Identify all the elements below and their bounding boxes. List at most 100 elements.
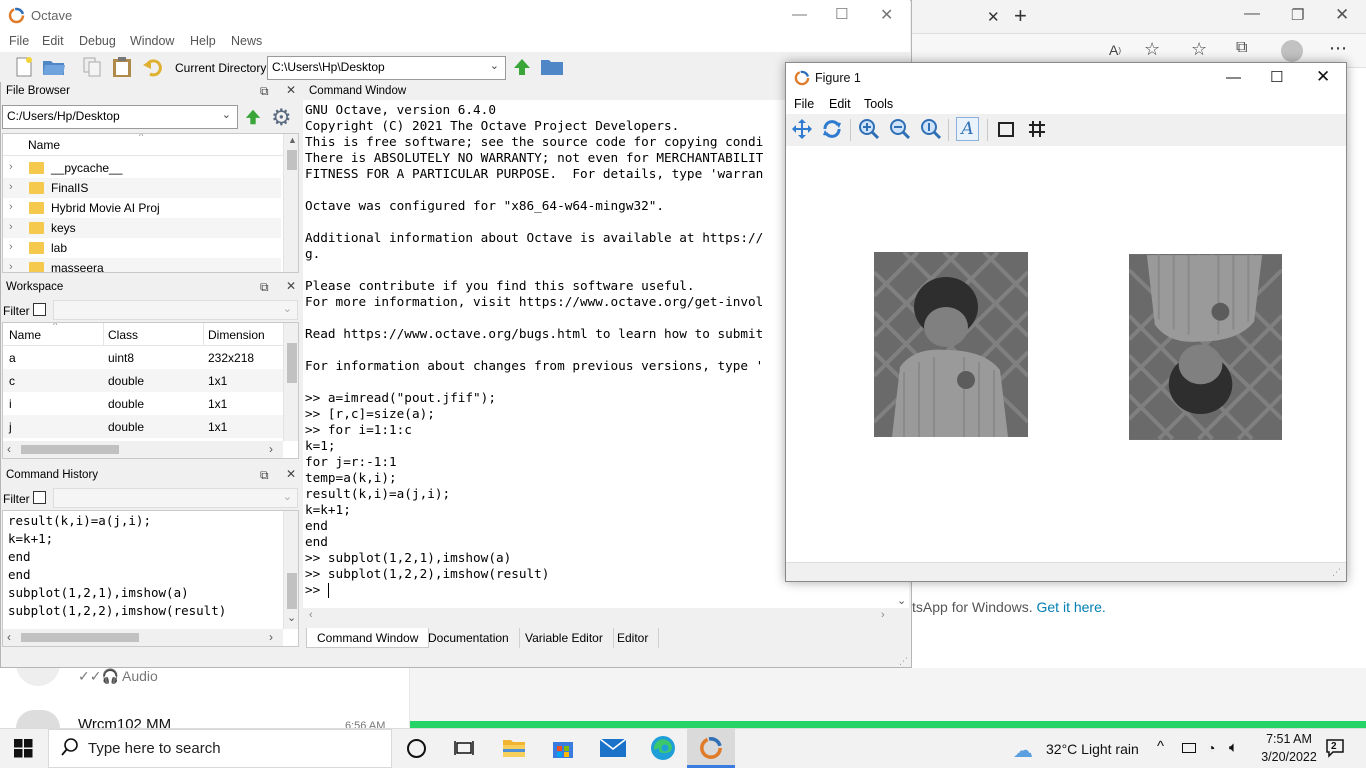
grid-icon[interactable]	[1028, 120, 1046, 138]
file-item[interactable]: › Hybrid Movie AI Proj	[3, 198, 281, 218]
file-item[interactable]: › keys	[3, 218, 281, 238]
browse-folder-icon[interactable]	[540, 55, 564, 79]
weather-cloud-icon[interactable]: ☁	[1013, 738, 1033, 763]
new-script-icon[interactable]	[12, 55, 36, 79]
undock-icon[interactable]: ⧉	[260, 468, 269, 483]
open-folder-icon[interactable]	[42, 55, 66, 79]
file-item[interactable]: › lab	[3, 238, 281, 258]
resize-grip-icon[interactable]: ⋰	[899, 656, 908, 667]
task-view-icon[interactable]	[454, 738, 474, 758]
scroll-thumb[interactable]	[287, 150, 297, 170]
copy-icon[interactable]	[80, 55, 104, 79]
close-icon[interactable]: ✕	[880, 5, 893, 25]
close-icon[interactable]: ✕	[286, 83, 296, 97]
menu-help[interactable]: Help	[190, 34, 216, 48]
chevron-up-icon[interactable]: ^	[1157, 738, 1164, 755]
up-directory-icon[interactable]	[510, 55, 534, 79]
menu-file[interactable]: File	[794, 97, 814, 111]
parent-directory-icon[interactable]	[244, 108, 262, 126]
zoom-in-icon[interactable]	[858, 118, 880, 140]
history-line[interactable]: subplot(1,2,2),imshow(result)	[8, 603, 226, 618]
scrollbar[interactable]	[283, 323, 298, 441]
scroll-right-icon[interactable]: ›	[269, 630, 273, 644]
history-line[interactable]: subplot(1,2,1),imshow(a)	[8, 585, 189, 600]
tab-documentation[interactable]: Documentation	[418, 628, 520, 648]
clock-time[interactable]: 7:51 AM	[1259, 732, 1319, 746]
resize-grip-icon[interactable]: ⋰	[1332, 567, 1341, 578]
profile-avatar[interactable]	[1281, 40, 1303, 62]
undo-icon[interactable]	[141, 55, 165, 79]
history-line[interactable]: end	[8, 567, 31, 582]
tab-editor[interactable]: Editor	[607, 628, 660, 648]
command-window-hscroll[interactable]: ‹ ›	[303, 609, 893, 624]
volume-icon[interactable]: 🔈︎	[1229, 739, 1238, 756]
scroll-down-icon[interactable]: ⌄	[287, 611, 296, 624]
column-class[interactable]: Class	[108, 328, 138, 342]
scroll-thumb[interactable]	[21, 445, 119, 454]
chevron-right-icon[interactable]: ›	[9, 221, 13, 233]
more-options-icon[interactable]: ⋯	[1329, 38, 1347, 59]
weather-text[interactable]: 32°C Light rain	[1046, 741, 1139, 757]
horizontal-scrollbar[interactable]: ‹ ›	[3, 629, 283, 646]
scroll-down-icon[interactable]: ⌄	[897, 594, 906, 607]
zoom-reset-icon[interactable]	[920, 118, 942, 140]
read-aloud-icon[interactable]: A)	[1109, 42, 1121, 58]
history-line[interactable]: end	[8, 549, 31, 564]
current-directory-select[interactable]: C:\Users\Hp\Desktop ⌄	[267, 56, 506, 80]
menu-edit[interactable]: Edit	[829, 97, 851, 111]
history-line[interactable]: k=k+1;	[8, 531, 53, 546]
favorites-icon[interactable]: ☆	[1191, 39, 1207, 60]
column-name[interactable]: Name	[9, 328, 41, 342]
subplot-original-image[interactable]	[874, 252, 1028, 437]
avatar[interactable]	[16, 710, 60, 728]
scroll-thumb[interactable]	[21, 633, 139, 642]
file-browser-path-select[interactable]: C:/Users/Hp/Desktop ⌄	[2, 105, 238, 129]
minimize-icon[interactable]: —	[1244, 5, 1260, 23]
taskbar-search-box[interactable]: Type here to search	[48, 729, 392, 768]
close-tab-icon[interactable]: ✕	[987, 8, 1000, 26]
scrollbar[interactable]: ▲	[283, 134, 298, 272]
chevron-right-icon[interactable]: ›	[9, 261, 13, 272]
subplot-flipped-image[interactable]	[1129, 254, 1282, 440]
chevron-right-icon[interactable]: ›	[9, 241, 13, 253]
restore-icon[interactable]: ❐	[1291, 6, 1304, 24]
undock-icon[interactable]: ⧉	[260, 280, 269, 295]
file-item[interactable]: › __pycache__	[3, 158, 281, 178]
scrollbar[interactable]: ⌄	[283, 511, 298, 629]
scroll-thumb[interactable]	[287, 343, 297, 383]
chevron-right-icon[interactable]: ›	[9, 181, 13, 193]
get-it-link[interactable]: Get it here.	[1037, 599, 1106, 615]
axes-box-icon[interactable]	[998, 122, 1014, 137]
file-item[interactable]: › FinalIS	[3, 178, 281, 198]
maximize-icon[interactable]: ☐	[1270, 68, 1283, 86]
table-row[interactable]: c double 1x1	[3, 369, 283, 392]
file-explorer-icon[interactable]	[502, 737, 526, 759]
table-row[interactable]: j double 1x1	[3, 415, 283, 438]
close-icon[interactable]: ✕	[286, 279, 296, 293]
history-line[interactable]: result(k,i)=a(j,i);	[8, 513, 151, 528]
tab-variable-editor[interactable]: Variable Editor	[515, 628, 614, 648]
close-icon[interactable]: ✕	[1335, 5, 1349, 25]
scroll-thumb[interactable]	[287, 573, 297, 609]
scroll-right-icon[interactable]: ›	[269, 442, 273, 456]
cortana-icon[interactable]	[407, 739, 426, 758]
maximize-icon[interactable]: ☐	[835, 5, 848, 23]
mail-icon[interactable]	[600, 739, 626, 757]
pan-icon[interactable]	[791, 118, 813, 140]
file-item[interactable]: › masseera	[3, 258, 281, 272]
filter-checkbox[interactable]	[33, 303, 46, 316]
filter-input[interactable]: ⌄	[53, 300, 298, 320]
zoom-out-icon[interactable]	[889, 118, 911, 140]
new-tab-icon[interactable]: +	[1014, 3, 1027, 29]
close-icon[interactable]: ✕	[1316, 67, 1330, 87]
column-dimension[interactable]: Dimension	[208, 328, 265, 342]
menu-debug[interactable]: Debug	[79, 34, 116, 48]
scroll-left-icon[interactable]: ‹	[7, 442, 11, 456]
wifi-icon[interactable]: ◔	[1207, 740, 1215, 756]
chevron-right-icon[interactable]: ›	[9, 161, 13, 173]
menu-file[interactable]: File	[9, 34, 29, 48]
rotate-icon[interactable]	[821, 118, 843, 140]
close-icon[interactable]: ✕	[286, 467, 296, 481]
collections-icon[interactable]: ⧉	[1236, 39, 1247, 57]
tab-command-window[interactable]: Command Window	[306, 628, 430, 648]
